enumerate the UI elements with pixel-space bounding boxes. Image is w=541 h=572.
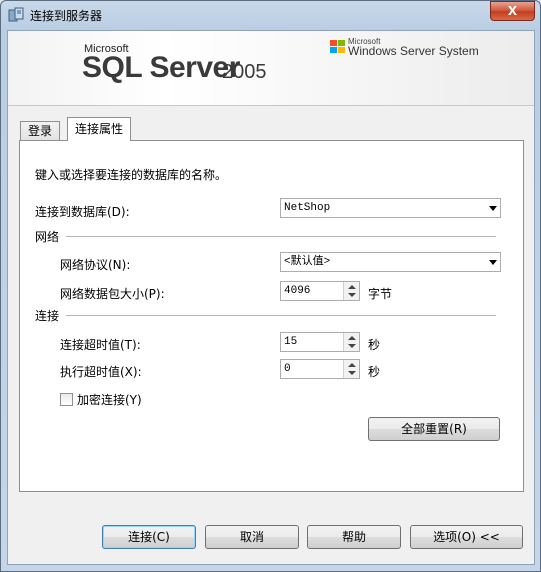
spin-down-icon[interactable] xyxy=(348,371,356,375)
connection-timeout-unit: 秒 xyxy=(368,338,381,352)
database-label: 连接到数据库(D): xyxy=(35,205,130,219)
connect-button[interactable]: 连接(C) xyxy=(102,525,196,549)
cancel-button[interactable]: 取消 xyxy=(205,525,299,549)
banner-version: 2005 xyxy=(222,61,267,83)
help-button[interactable]: 帮助 xyxy=(307,525,401,549)
execution-timeout-stepper[interactable]: 0 xyxy=(280,359,360,379)
database-value: NetShop xyxy=(284,202,331,214)
dialog-client-area: Microsoft SQL Server 2005 Microsoft Wind… xyxy=(7,30,535,565)
connection-section-title: 连接 xyxy=(35,309,60,323)
spin-up-icon[interactable] xyxy=(348,363,356,367)
banner-product: SQL Server xyxy=(82,51,240,84)
options-button[interactable]: 选项(O) << xyxy=(410,525,523,549)
intro-text: 键入或选择要连接的数据库的名称。 xyxy=(35,168,228,182)
chevron-down-icon[interactable] xyxy=(489,260,497,265)
protocol-label: 网络协议(N): xyxy=(60,258,131,272)
database-combobox[interactable]: NetShop xyxy=(280,198,501,218)
connection-timeout-stepper[interactable]: 15 xyxy=(280,332,360,352)
connection-timeout-label: 连接超时值(T): xyxy=(60,338,141,352)
packet-size-label: 网络数据包大小(P): xyxy=(60,287,165,301)
spin-down-icon[interactable] xyxy=(348,344,356,348)
connection-properties-panel: 键入或选择要连接的数据库的名称。 连接到数据库(D): NetShop 网络 网… xyxy=(19,140,524,492)
execution-timeout-value: 0 xyxy=(284,363,291,375)
reset-all-button[interactable]: 全部重置(R) xyxy=(368,417,500,441)
packet-size-unit: 字节 xyxy=(368,287,393,301)
network-section-title: 网络 xyxy=(35,230,60,244)
connection-timeout-value: 15 xyxy=(284,336,298,348)
spin-down-icon[interactable] xyxy=(348,293,356,297)
packet-size-spin-buttons[interactable] xyxy=(343,282,359,300)
tab-login[interactable]: 登录 xyxy=(20,121,61,140)
server-connect-icon xyxy=(8,7,24,22)
execution-timeout-unit: 秒 xyxy=(368,365,381,379)
chevron-down-icon[interactable] xyxy=(489,206,497,211)
connection-timeout-spin-buttons[interactable] xyxy=(343,333,359,351)
network-divider xyxy=(66,236,496,237)
packet-size-stepper[interactable]: 4096 xyxy=(280,281,360,301)
close-button[interactable]: X xyxy=(490,1,535,21)
product-banner: Microsoft SQL Server 2005 Microsoft Wind… xyxy=(8,31,534,106)
spin-up-icon[interactable] xyxy=(348,336,356,340)
encrypt-connection-checkbox[interactable] xyxy=(60,393,73,406)
spin-up-icon[interactable] xyxy=(348,285,356,289)
banner-wss-name: Windows Server System xyxy=(348,44,479,58)
tab-connection-properties[interactable]: 连接属性 xyxy=(67,117,132,141)
connection-divider xyxy=(66,315,496,316)
encrypt-connection-label[interactable]: 加密连接(Y) xyxy=(77,391,142,408)
execution-timeout-spin-buttons[interactable] xyxy=(343,360,359,378)
window-title: 连接到服务器 xyxy=(30,9,103,23)
title-bar: 连接到服务器 X xyxy=(0,0,541,30)
protocol-combobox[interactable]: <默认值> xyxy=(280,252,501,272)
packet-size-value: 4096 xyxy=(284,285,311,297)
windows-flag-icon xyxy=(330,40,345,53)
protocol-value: <默认值> xyxy=(284,256,331,268)
execution-timeout-label: 执行超时值(X): xyxy=(60,365,142,379)
